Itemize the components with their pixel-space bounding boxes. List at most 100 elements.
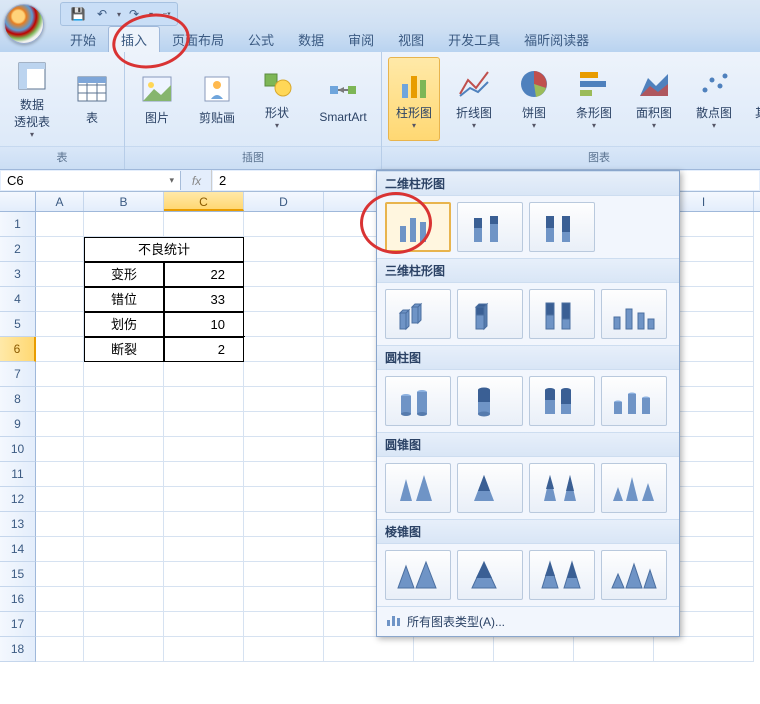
row-header[interactable]: 17 (0, 612, 36, 637)
stacked100-cylinder[interactable] (529, 376, 595, 426)
cell[interactable] (244, 312, 324, 337)
tab-insert[interactable]: 插入 (108, 26, 160, 52)
stacked-pyramid[interactable] (457, 550, 523, 600)
clustered-pyramid[interactable] (385, 550, 451, 600)
fx-icon[interactable]: fx (182, 170, 212, 191)
cell[interactable] (36, 337, 84, 362)
select-all-corner[interactable] (0, 192, 36, 211)
column-chart-button[interactable]: 柱形图▾ (388, 57, 440, 141)
tab-view[interactable]: 视图 (386, 27, 436, 52)
pie-chart-button[interactable]: 饼图▾ (508, 57, 560, 141)
cell[interactable] (84, 362, 164, 387)
cell[interactable] (324, 637, 414, 662)
cell[interactable]: 不良统计 (84, 237, 244, 262)
stacked-cylinder[interactable] (457, 376, 523, 426)
cell[interactable] (164, 437, 244, 462)
col-header-d[interactable]: D (244, 192, 324, 211)
tab-home[interactable]: 开始 (58, 27, 108, 52)
cell[interactable] (36, 512, 84, 537)
row-header[interactable]: 12 (0, 487, 36, 512)
cell[interactable] (244, 462, 324, 487)
cell[interactable] (244, 262, 324, 287)
cell[interactable] (84, 637, 164, 662)
col-header-c[interactable]: C (164, 192, 244, 211)
row-header[interactable]: 13 (0, 512, 36, 537)
tab-foxit[interactable]: 福昕阅读器 (512, 27, 601, 52)
cell[interactable] (244, 362, 324, 387)
area-chart-button[interactable]: 面积图▾ (628, 57, 680, 141)
cell[interactable] (84, 437, 164, 462)
row-header[interactable]: 10 (0, 437, 36, 462)
cell[interactable] (244, 337, 324, 362)
cell[interactable] (164, 612, 244, 637)
row-header[interactable]: 2 (0, 237, 36, 262)
clustered-column-3d[interactable] (385, 289, 451, 339)
clipart-button[interactable]: 剪贴画 (191, 57, 243, 141)
row-header[interactable]: 14 (0, 537, 36, 562)
cell[interactable]: 10 (164, 312, 244, 337)
row-header[interactable]: 8 (0, 387, 36, 412)
cell[interactable]: 变形 (84, 262, 164, 287)
cell[interactable] (244, 537, 324, 562)
other-chart-button[interactable]: 其他图表▾ (748, 57, 760, 141)
row-header[interactable]: 1 (0, 212, 36, 237)
cell[interactable] (36, 537, 84, 562)
tab-review[interactable]: 审阅 (336, 27, 386, 52)
cell[interactable] (36, 562, 84, 587)
cell[interactable] (164, 637, 244, 662)
office-button[interactable] (4, 4, 44, 44)
cell[interactable] (36, 412, 84, 437)
clustered-column-2d[interactable] (385, 202, 451, 252)
col-header-a[interactable]: A (36, 192, 84, 211)
smartart-button[interactable]: SmartArt (311, 57, 375, 141)
cell[interactable]: 断裂 (84, 337, 164, 362)
cell[interactable] (36, 362, 84, 387)
stacked-cone[interactable] (457, 463, 523, 513)
col-header-b[interactable]: B (84, 192, 164, 211)
cell[interactable] (36, 487, 84, 512)
cell[interactable] (36, 387, 84, 412)
cell[interactable] (654, 637, 754, 662)
qat-customize-icon[interactable]: ⎯▾ (163, 9, 171, 19)
tab-formulas[interactable]: 公式 (236, 27, 286, 52)
cell[interactable] (36, 462, 84, 487)
cell[interactable] (574, 637, 654, 662)
cell[interactable] (84, 412, 164, 437)
row-header[interactable]: 7 (0, 362, 36, 387)
cell[interactable] (244, 212, 324, 237)
cell[interactable] (36, 287, 84, 312)
cell[interactable] (84, 612, 164, 637)
scatter-chart-button[interactable]: 散点图▾ (688, 57, 740, 141)
cell[interactable] (164, 512, 244, 537)
cell[interactable]: 错位 (84, 287, 164, 312)
cell[interactable] (164, 487, 244, 512)
stacked100-column-3d[interactable] (529, 289, 595, 339)
column-3d[interactable] (601, 289, 667, 339)
cell[interactable] (244, 487, 324, 512)
cell[interactable]: 33 (164, 287, 244, 312)
cell[interactable] (84, 487, 164, 512)
cell[interactable] (244, 412, 324, 437)
cell[interactable] (36, 437, 84, 462)
cell[interactable] (244, 612, 324, 637)
cell[interactable] (36, 312, 84, 337)
cell[interactable] (494, 637, 574, 662)
stacked-column-2d[interactable] (457, 202, 523, 252)
cell[interactable] (36, 237, 84, 262)
line-chart-button[interactable]: 折线图▾ (448, 57, 500, 141)
picture-button[interactable]: 图片 (131, 57, 183, 141)
stacked100-column-2d[interactable] (529, 202, 595, 252)
cell[interactable] (244, 637, 324, 662)
cell[interactable]: 22 (164, 262, 244, 287)
cell[interactable] (244, 287, 324, 312)
stacked100-pyramid[interactable] (529, 550, 595, 600)
cell[interactable] (414, 637, 494, 662)
cell[interactable] (164, 212, 244, 237)
stacked-column-3d[interactable] (457, 289, 523, 339)
name-box[interactable]: C6 ▾ (1, 171, 181, 190)
cell[interactable] (164, 587, 244, 612)
cell[interactable]: 2 (164, 337, 244, 362)
row-header[interactable]: 11 (0, 462, 36, 487)
cell[interactable] (164, 462, 244, 487)
clustered-cylinder[interactable] (385, 376, 451, 426)
